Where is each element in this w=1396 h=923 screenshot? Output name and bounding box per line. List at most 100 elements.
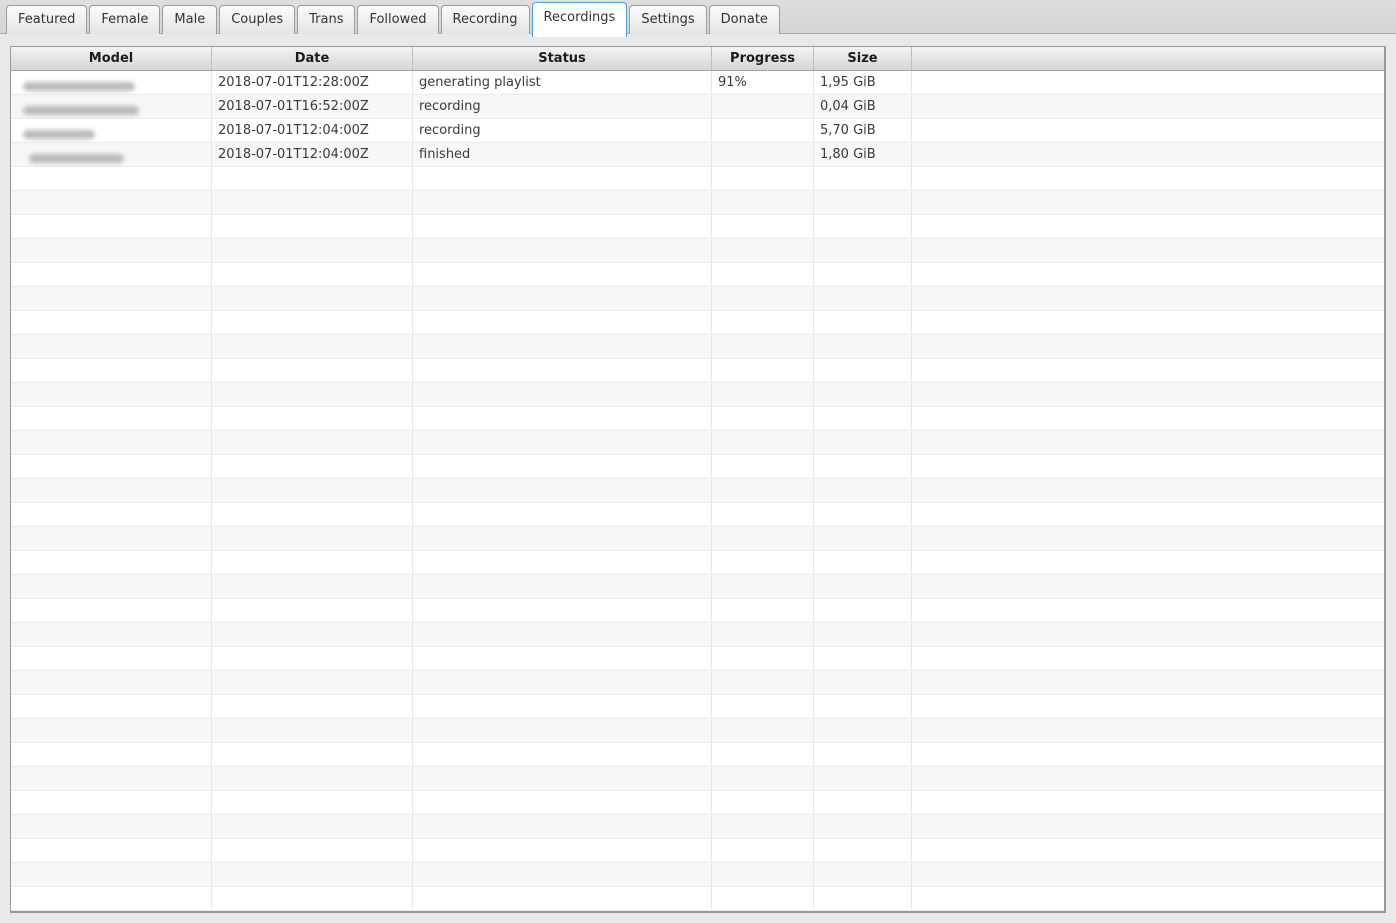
column-header-status[interactable]: Status: [413, 47, 712, 70]
table-row-empty[interactable]: [11, 167, 1384, 191]
cell-progress: [712, 119, 814, 142]
table-row-empty[interactable]: [11, 623, 1384, 647]
cell-blank: [413, 263, 712, 286]
column-header-size[interactable]: Size: [814, 47, 912, 70]
cell-blank: [912, 719, 1384, 742]
table-row-empty[interactable]: [11, 311, 1384, 335]
table-row-empty[interactable]: [11, 359, 1384, 383]
table-row-empty[interactable]: [11, 479, 1384, 503]
tab-male[interactable]: Male: [162, 5, 218, 34]
cell-blank: [712, 863, 814, 886]
cell-blank: [912, 479, 1384, 502]
table-body: 2018-07-01T12:28:00Z generating playlist…: [11, 71, 1384, 911]
cell-blank: [212, 695, 413, 718]
table-row-empty[interactable]: [11, 503, 1384, 527]
table-row-empty[interactable]: [11, 815, 1384, 839]
table-row-empty[interactable]: [11, 575, 1384, 599]
cell-blank: [11, 599, 212, 622]
table-row[interactable]: 2018-07-01T16:52:00Z recording 0,04 GiB: [11, 95, 1384, 119]
cell-blank: [814, 167, 912, 190]
cell-blank: [212, 863, 413, 886]
cell-blank: [413, 863, 712, 886]
table-header: Model Date Status Progress Size: [11, 47, 1384, 71]
tab-recordings[interactable]: Recordings: [531, 2, 628, 37]
tab-recording[interactable]: Recording: [440, 5, 530, 34]
cell-blank: [814, 815, 912, 838]
tab-featured[interactable]: Featured: [6, 5, 88, 34]
table-row-empty[interactable]: [11, 239, 1384, 263]
cell-blank: [712, 287, 814, 310]
cell-blank: [712, 431, 814, 454]
cell-blank: [413, 431, 712, 454]
cell-blank: [413, 455, 712, 478]
cell-blank: [912, 167, 1384, 190]
cell-blank: [912, 287, 1384, 310]
column-header-date[interactable]: Date: [212, 47, 413, 70]
table-row-empty[interactable]: [11, 383, 1384, 407]
cell-blank: [814, 503, 912, 526]
table-row-empty[interactable]: [11, 551, 1384, 575]
table-row-empty[interactable]: [11, 791, 1384, 815]
table-row-empty[interactable]: [11, 647, 1384, 671]
table-row-empty[interactable]: [11, 215, 1384, 239]
column-header-progress[interactable]: Progress: [712, 47, 814, 70]
table-row-empty[interactable]: [11, 719, 1384, 743]
table-row-empty[interactable]: [11, 191, 1384, 215]
cell-blank: [11, 311, 212, 334]
cell-blank: [712, 455, 814, 478]
cell-blank: [11, 359, 212, 382]
cell-blank: [814, 431, 912, 454]
table-row-empty[interactable]: [11, 455, 1384, 479]
table-row-empty[interactable]: [11, 599, 1384, 623]
cell-blank: [413, 239, 712, 262]
tab-couples[interactable]: Couples: [219, 5, 296, 34]
table-row-empty[interactable]: [11, 527, 1384, 551]
redacted-model-name: [23, 105, 139, 115]
cell-progress: [712, 95, 814, 118]
cell-blank: [912, 767, 1384, 790]
cell-blank: [814, 527, 912, 550]
table-row-empty[interactable]: [11, 767, 1384, 791]
table-row-empty[interactable]: [11, 695, 1384, 719]
cell-blank: [11, 743, 212, 766]
table-row-empty[interactable]: [11, 863, 1384, 887]
table-row-empty[interactable]: [11, 335, 1384, 359]
cell-date: 2018-07-01T16:52:00Z: [212, 95, 413, 118]
cell-blank: [413, 815, 712, 838]
table-row[interactable]: 2018-07-01T12:28:00Z generating playlist…: [11, 71, 1384, 95]
table-row-empty[interactable]: [11, 839, 1384, 863]
table-row[interactable]: 2018-07-01T12:04:00Z finished 1,80 GiB: [11, 143, 1384, 167]
tab-trans[interactable]: Trans: [297, 5, 356, 34]
cell-blank: [712, 599, 814, 622]
table-row-empty[interactable]: [11, 287, 1384, 311]
tab-donate[interactable]: Donate: [708, 5, 780, 34]
cell-blank: [912, 839, 1384, 862]
cell-blank: [814, 743, 912, 766]
cell-size: 0,04 GiB: [814, 95, 912, 118]
cell-model: [11, 143, 212, 166]
cell-blank: [212, 215, 413, 238]
table-row-empty[interactable]: [11, 431, 1384, 455]
cell-blank: [413, 359, 712, 382]
cell-blank: [712, 839, 814, 862]
cell-blank: [814, 719, 912, 742]
table-row-empty[interactable]: [11, 743, 1384, 767]
cell-blank: [11, 431, 212, 454]
cell-blank: [212, 383, 413, 406]
table-row-empty[interactable]: [11, 671, 1384, 695]
cell-blank: [814, 839, 912, 862]
table-row[interactable]: 2018-07-01T12:04:00Z recording 5,70 GiB: [11, 119, 1384, 143]
tab-settings[interactable]: Settings: [629, 5, 707, 34]
column-header-blank: [912, 47, 1384, 70]
tab-followed[interactable]: Followed: [357, 5, 439, 34]
cell-blank: [912, 623, 1384, 646]
table-row-empty[interactable]: [11, 407, 1384, 431]
cell-status: recording: [413, 119, 712, 142]
tab-female[interactable]: Female: [89, 5, 161, 34]
cell-blank: [912, 863, 1384, 886]
cell-blank: [212, 767, 413, 790]
cell-blank: [212, 599, 413, 622]
column-header-model[interactable]: Model: [11, 47, 212, 70]
table-row-empty[interactable]: [11, 887, 1384, 911]
table-row-empty[interactable]: [11, 263, 1384, 287]
